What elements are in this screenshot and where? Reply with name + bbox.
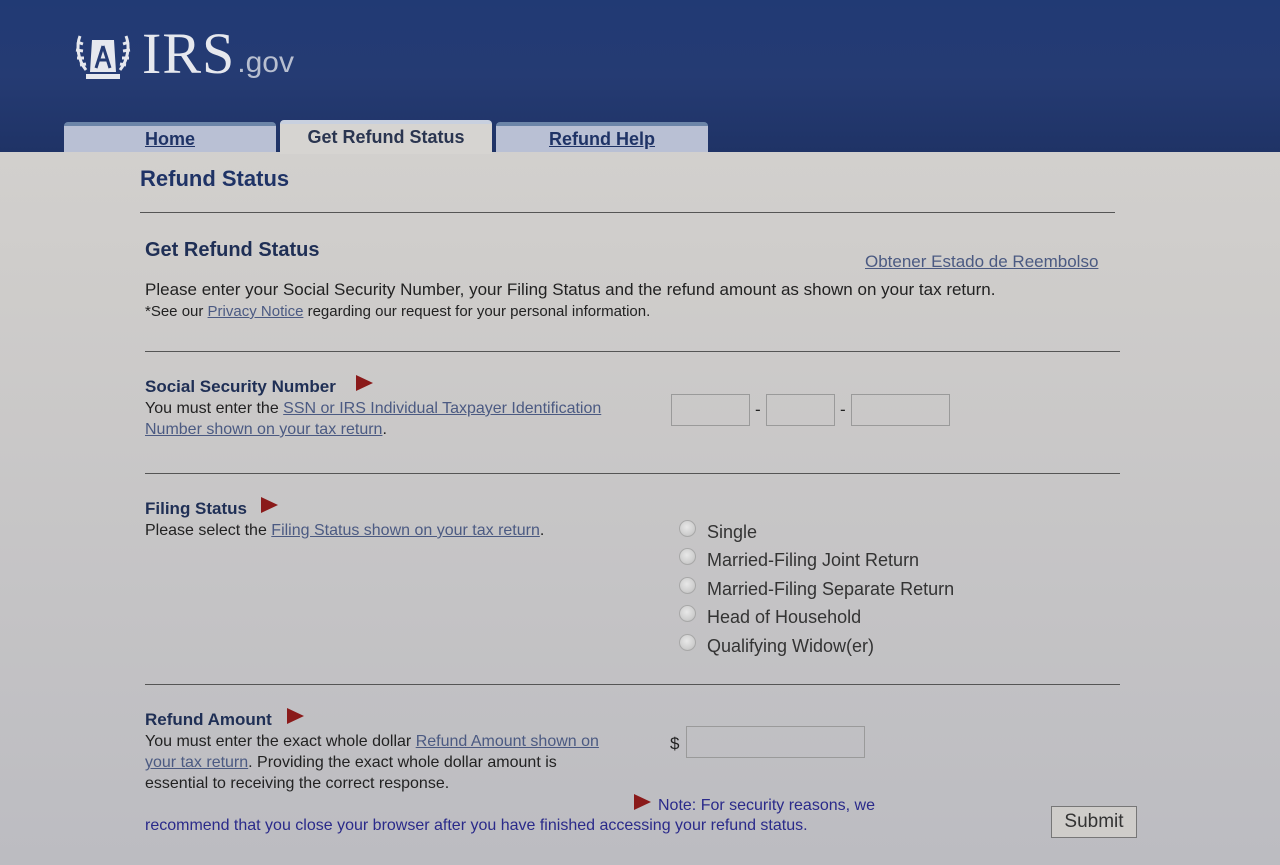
security-note-line1: Note: For security reasons, we	[658, 797, 875, 814]
page-title: Refund Status	[140, 166, 290, 191]
logo-suffix: .gov	[237, 46, 294, 79]
intro-text: Please enter your Social Security Number…	[145, 280, 996, 299]
radio-label-head-of-household[interactable]: Head of Household	[707, 607, 861, 628]
note-arrow-icon	[634, 794, 651, 810]
currency-symbol: $	[670, 734, 680, 753]
privacy-notice-link[interactable]: Privacy Notice	[208, 303, 304, 320]
divider	[145, 473, 1120, 474]
radio-head-of-household[interactable]	[679, 605, 696, 622]
radio-label-married-separate[interactable]: Married-Filing Separate Return	[707, 579, 954, 600]
ssn-label: Social Security Number	[145, 377, 336, 396]
radio-married-separate[interactable]	[679, 577, 696, 594]
tab-home[interactable]: Home	[64, 122, 276, 152]
ssn-help-link-cont[interactable]: Number shown on your tax return	[145, 421, 382, 438]
filing-status-label: Filing Status	[145, 499, 247, 518]
radio-single[interactable]	[679, 520, 696, 537]
tab-refund-help[interactable]: Refund Help	[496, 122, 708, 152]
ssn-part1-input[interactable]	[671, 394, 750, 426]
logo-wordmark: IRS	[142, 21, 236, 86]
divider	[145, 351, 1120, 352]
radio-label-single[interactable]: Single	[707, 522, 757, 543]
filing-status-help-link[interactable]: Filing Status shown on your tax return	[271, 522, 540, 539]
radio-label-married-joint[interactable]: Married-Filing Joint Return	[707, 550, 919, 571]
required-arrow-icon	[287, 708, 304, 724]
submit-button[interactable]: Submit	[1051, 806, 1137, 838]
irs-logo[interactable]: IRS .gov	[72, 21, 294, 86]
required-arrow-icon	[261, 497, 278, 513]
section-title: Get Refund Status	[145, 239, 320, 261]
spanish-link[interactable]: Obtener Estado de Reembolso	[865, 252, 1098, 271]
spanish-version-link[interactable]: Obtener Estado de Reembolso	[865, 251, 1098, 272]
required-arrow-icon	[356, 375, 373, 391]
ssn-help: You must enter the SSN or IRS Individual…	[145, 400, 602, 438]
ssn-part2-input[interactable]	[766, 394, 835, 426]
eagle-emblem-icon	[75, 35, 131, 79]
radio-married-joint[interactable]	[679, 548, 696, 565]
privacy-text: *See our Privacy Notice regarding our re…	[145, 303, 651, 320]
ssn-part3-input[interactable]	[851, 394, 950, 426]
tab-get-refund-status[interactable]: Get Refund Status	[280, 120, 492, 154]
divider	[140, 212, 1115, 213]
ssn-separator: -	[840, 400, 846, 419]
ssn-help-link[interactable]: SSN or IRS Individual Taxpayer Identific…	[283, 400, 601, 417]
ssn-separator: -	[755, 400, 761, 419]
filing-status-help: Please select the Filing Status shown on…	[145, 522, 545, 539]
refund-amount-input[interactable]	[686, 726, 865, 758]
refund-amount-help-link-cont[interactable]: your tax return	[145, 754, 248, 771]
radio-qualifying-widow[interactable]	[679, 634, 696, 651]
security-note-line2: recommend that you close your browser af…	[145, 817, 808, 834]
refund-amount-help-link[interactable]: Refund Amount shown on	[416, 733, 599, 750]
divider	[145, 684, 1120, 685]
refund-amount-label: Refund Amount	[145, 710, 272, 729]
radio-label-qualifying-widow[interactable]: Qualifying Widow(er)	[707, 636, 874, 657]
refund-amount-help: You must enter the exact whole dollar Re…	[145, 733, 599, 792]
